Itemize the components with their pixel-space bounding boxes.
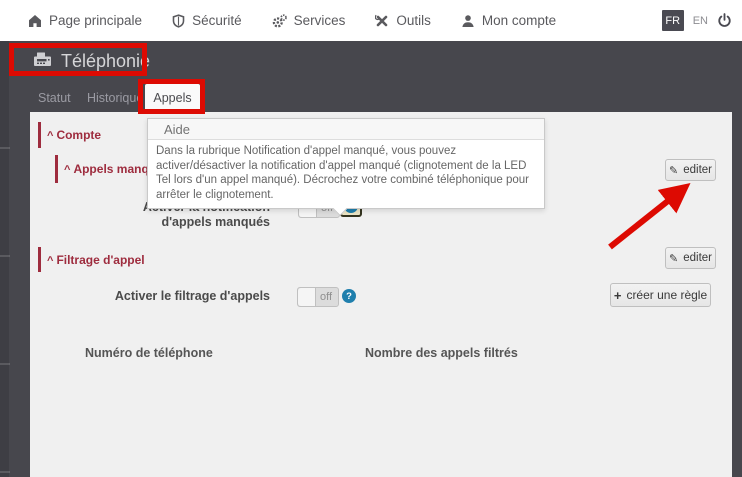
gears-icon xyxy=(272,13,287,28)
section-filtrage-header[interactable]: ^ Filtrage d'appel xyxy=(38,247,145,272)
section-compte-title: Compte xyxy=(56,128,102,142)
toggle-state-label: off xyxy=(319,291,332,303)
nav-label: Services xyxy=(293,13,346,28)
collapsed-sidebar[interactable] xyxy=(0,41,10,477)
tab-historique[interactable]: Historique xyxy=(87,91,143,105)
call-filter-toggle[interactable]: off xyxy=(297,287,339,307)
plus-icon: + xyxy=(613,287,622,303)
tools-icon xyxy=(375,14,389,28)
telephony-settings-screen: Page principale Sécurité Services Outils xyxy=(0,0,742,477)
tab-statut[interactable]: Statut xyxy=(38,91,71,105)
nav-services[interactable]: Services xyxy=(272,13,346,28)
edit-missed-calls-button[interactable]: ✎ editer xyxy=(665,159,716,181)
collapse-caret-icon: ^ xyxy=(64,164,71,176)
nav-mon-compte[interactable]: Mon compte xyxy=(461,13,556,28)
nav-outils[interactable]: Outils xyxy=(375,13,431,28)
tooltip-title: Aide xyxy=(148,119,544,140)
section-accent-bar xyxy=(38,122,41,148)
nav-securite[interactable]: Sécurité xyxy=(172,13,242,28)
fax-icon xyxy=(33,51,52,72)
create-rule-button[interactable]: + créer une règle xyxy=(610,283,711,307)
edit-call-filter-button[interactable]: ✎ editer xyxy=(665,247,716,269)
toggle-knob xyxy=(298,288,316,306)
create-rule-label: créer une règle xyxy=(626,288,708,302)
nav-page-principale[interactable]: Page principale xyxy=(28,13,142,28)
column-header-filtered-calls: Nombre des appels filtrés xyxy=(365,346,518,360)
tab-appels[interactable]: Appels xyxy=(145,84,200,112)
nav-label: Page principale xyxy=(49,13,143,28)
tooltip-body: Dans la rubrique Notification d'appel ma… xyxy=(156,145,529,201)
lang-en-link[interactable]: EN xyxy=(693,15,708,27)
section-accent-bar xyxy=(55,155,58,183)
home-icon xyxy=(28,14,42,28)
logout-power-icon[interactable] xyxy=(717,13,732,28)
column-header-phone-number: Numéro de téléphone xyxy=(85,346,213,360)
call-filter-label: Activer le filtrage d'appels xyxy=(114,289,270,303)
section-filtrage-title: Filtrage d'appel xyxy=(56,252,145,267)
pencil-icon: ✎ xyxy=(669,252,679,265)
page-title-text: Téléphonie xyxy=(61,51,151,71)
call-filter-help-icon[interactable]: ? xyxy=(342,289,356,303)
edit-button-label: editer xyxy=(683,252,712,264)
nav-label: Mon compte xyxy=(481,13,557,28)
collapse-caret-icon: ^ xyxy=(47,130,54,142)
page-title: Téléphonie xyxy=(33,51,150,72)
user-icon xyxy=(461,14,475,28)
nav-label: Outils xyxy=(396,13,431,28)
edit-button-label: editer xyxy=(683,164,712,176)
pencil-icon: ✎ xyxy=(669,164,679,177)
collapse-caret-icon: ^ xyxy=(47,254,54,267)
help-tooltip: Aide Dans la rubrique Notification d'app… xyxy=(147,118,545,217)
top-navbar: Page principale Sécurité Services Outils xyxy=(0,0,742,41)
nav-label: Sécurité xyxy=(192,13,242,28)
section-compte-header[interactable]: ^ Compte xyxy=(38,122,101,148)
section-accent-bar xyxy=(38,247,41,272)
shield-icon xyxy=(172,13,185,28)
lang-fr-badge[interactable]: FR xyxy=(661,10,684,31)
